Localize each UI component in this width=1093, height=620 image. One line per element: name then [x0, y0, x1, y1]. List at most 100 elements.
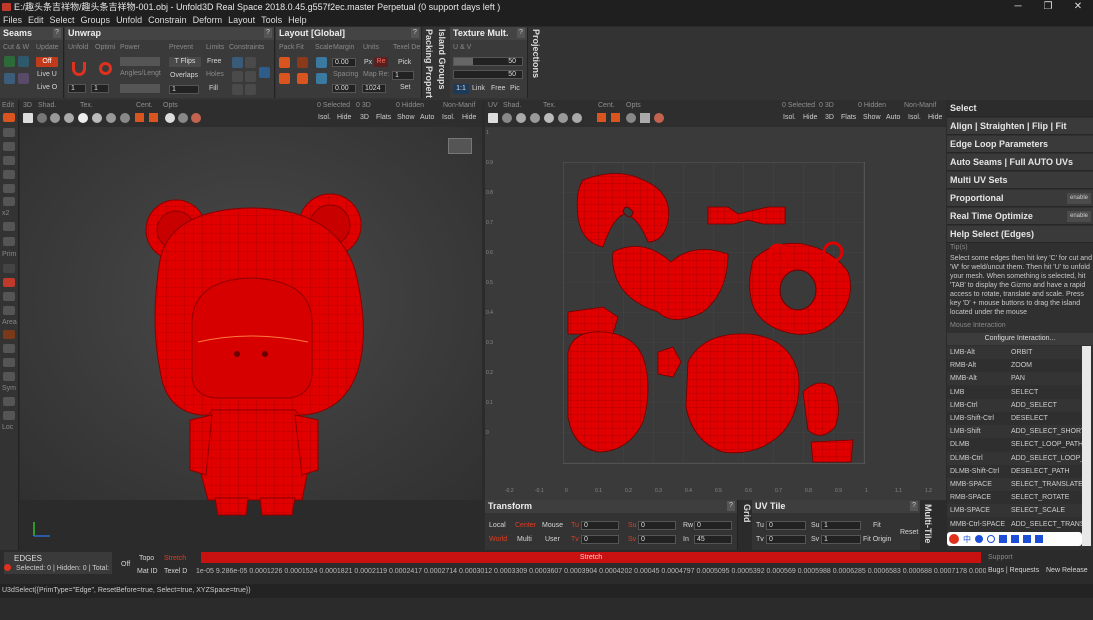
isolate-button[interactable]: Isol. [318, 114, 331, 121]
angles-slider[interactable] [120, 84, 160, 93]
set-button[interactable]: Set [400, 84, 411, 91]
texture-mult-help-button[interactable]: ? [517, 28, 525, 38]
loop-weld-icon[interactable] [18, 73, 29, 84]
axis-icon[interactable] [245, 71, 256, 82]
menu-files[interactable]: Files [3, 14, 22, 26]
binding-row[interactable]: LMB SELECT [947, 385, 1082, 399]
close-button[interactable]: ✕ [1063, 0, 1093, 14]
uv-center-move-icon[interactable] [611, 113, 620, 122]
multi-uv-sets-section[interactable]: Multi UV Sets [947, 172, 1093, 189]
uv-color-dot-icon[interactable] [654, 113, 664, 123]
overlaps-toggle[interactable]: Overlaps [170, 72, 198, 79]
binding-row[interactable]: DLMB-Ctrl ADD_SELECT_LOOP_P [947, 451, 1082, 465]
fill-toggle[interactable]: Fill [209, 85, 218, 92]
live-o-toggle[interactable]: Live O [37, 84, 57, 91]
uv-material-icon[interactable] [572, 113, 582, 123]
view-cube-icon[interactable] [448, 138, 472, 154]
tu-field[interactable]: 0 [581, 521, 619, 530]
link-button[interactable]: Link [472, 85, 485, 92]
cut-icon[interactable] [4, 56, 15, 67]
multi-button[interactable]: Multi [517, 536, 532, 543]
shaded-sphere-icon[interactable] [64, 113, 74, 123]
binding-row[interactable]: LMB-Alt ORBIT [947, 346, 1082, 359]
binding-row[interactable]: RMB-SPACE SELECT_ROTATE [947, 491, 1082, 505]
new-release-link[interactable]: New Release [1046, 567, 1088, 574]
binding-row[interactable]: LMB-Shift ADD_SELECT_SHORT [947, 425, 1082, 439]
maximize-button[interactable]: ❐ [1033, 0, 1063, 14]
tile-tv-field[interactable]: 0 [766, 535, 806, 544]
tile-reset-button[interactable]: Reset [900, 529, 918, 536]
uv-3d-button[interactable]: 3D [825, 114, 834, 121]
pin-icon[interactable] [232, 57, 243, 68]
scale-grid-icon[interactable] [316, 73, 327, 84]
checker-sphere-icon[interactable] [92, 113, 102, 123]
invert-icon[interactable] [3, 358, 15, 367]
binding-row[interactable]: DLMB SELECT_LOOP_PATH [947, 438, 1082, 452]
area-select-icon[interactable] [3, 330, 15, 339]
unfold-iterations-field[interactable]: 1 [68, 84, 86, 93]
minimize-button[interactable]: ─ [1003, 0, 1033, 14]
uv-center-cross-icon[interactable] [597, 113, 606, 122]
uv-isolate-button[interactable]: Isol. [783, 114, 796, 121]
select-arrow-icon[interactable] [3, 113, 15, 122]
island-icon[interactable] [3, 306, 15, 315]
uv-hide-nm-button[interactable]: Hide [928, 114, 942, 121]
packing-properties-tab[interactable]: Packing Propert [424, 29, 434, 98]
ime-chinese-icon[interactable]: 中 [963, 534, 971, 545]
ime-mic-icon[interactable] [999, 535, 1007, 543]
command-line[interactable]: U3dSelect({PrimType="Edge", ResetBefore=… [0, 584, 1093, 598]
ime-logo-icon[interactable] [949, 534, 959, 544]
tile-su-field[interactable]: 1 [821, 521, 861, 530]
tile-sv-field[interactable]: 1 [821, 535, 861, 544]
binding-row[interactable]: MMB-Ctrl-SPACE ADD_SELECT_TRANS [947, 517, 1082, 530]
light-icon[interactable] [165, 113, 175, 123]
spacing-field[interactable]: 0.00 [332, 84, 356, 93]
live-u-toggle[interactable]: Live U [37, 71, 57, 78]
mat-id-button[interactable]: Mat ID [137, 568, 158, 575]
uv-grid-icon[interactable] [640, 113, 650, 123]
su-field[interactable]: 0 [638, 521, 676, 530]
in-field[interactable]: 45 [694, 535, 732, 544]
binding-row[interactable]: MMB-SPACE SELECT_TRANSLATE [947, 478, 1082, 491]
binding-row[interactable]: DLMB-Shift-Ctrl DESELECT_PATH [947, 464, 1082, 478]
bucket-icon[interactable] [3, 344, 15, 353]
proportional-enable-button[interactable]: enable [1067, 193, 1091, 204]
proportional-section[interactable]: Proportional enable [947, 190, 1093, 207]
center-move-icon[interactable] [149, 113, 158, 122]
sv-field[interactable]: 0 [638, 535, 676, 544]
px-unit[interactable]: Px [364, 59, 372, 66]
binding-row[interactable]: RMB-Alt ZOOM [947, 359, 1082, 373]
ime-toolbar[interactable]: 中 [947, 532, 1082, 546]
menu-help[interactable]: Help [288, 14, 307, 26]
uv-hide-button[interactable]: Hide [803, 114, 817, 121]
multi-tile-tab[interactable]: Multi-Tile [923, 504, 933, 543]
grid-sphere-icon[interactable] [50, 113, 60, 123]
transform-help-button[interactable]: ? [727, 501, 735, 511]
topo-button[interactable]: Topo [139, 555, 154, 562]
frame-icon[interactable] [23, 113, 33, 123]
configure-interaction-button[interactable]: Configure Interaction... [947, 333, 1093, 345]
world-button[interactable]: World [489, 536, 507, 543]
island-groups-tab[interactable]: Island Groups [437, 29, 447, 90]
free-limit[interactable]: Free [207, 58, 221, 65]
shield-icon[interactable] [3, 237, 15, 246]
auto-seams-section[interactable]: Auto Seams | Full AUTO UVs [947, 154, 1093, 171]
pack-icon[interactable] [279, 57, 290, 68]
uv-wire-sphere-icon[interactable] [502, 113, 512, 123]
wire-sphere-icon[interactable] [37, 113, 47, 123]
ime-grid-icon[interactable] [1035, 535, 1043, 543]
vertex-icon[interactable] [3, 264, 15, 273]
ratio-button[interactable]: 1:1 [453, 84, 469, 94]
binding-row[interactable]: LMB-SPACE SELECT_SCALE [947, 504, 1082, 518]
rw-field[interactable]: 0 [694, 521, 732, 530]
eraser-icon[interactable] [3, 222, 15, 231]
magnet-icon[interactable] [3, 184, 15, 193]
unfold-icon[interactable] [72, 62, 86, 76]
options-dot-icon[interactable] [178, 113, 188, 123]
stretch-off-button[interactable]: Off [121, 561, 130, 568]
tile-tu-field[interactable]: 0 [766, 521, 806, 530]
auto-button[interactable]: Auto [420, 114, 434, 121]
fit-grid-icon[interactable] [297, 73, 308, 84]
line-icon[interactable] [245, 57, 256, 68]
3d-button[interactable]: 3D [360, 114, 369, 121]
